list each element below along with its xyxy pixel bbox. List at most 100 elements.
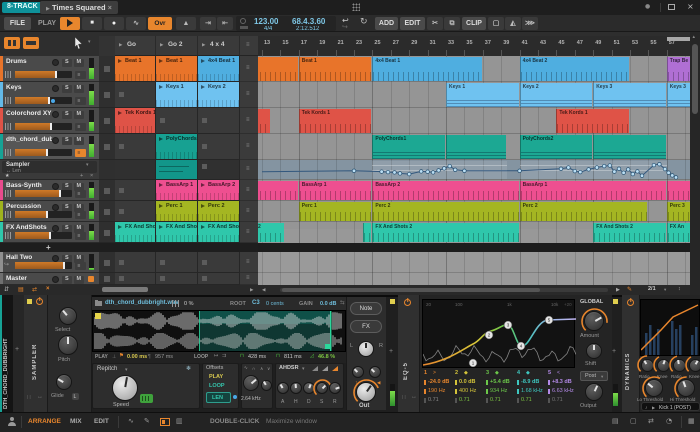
automation-lane-header[interactable]: Sampler ▾ ↔ Len ★ + × <box>0 160 99 180</box>
arranger-clip[interactable]: Keys 1 <box>446 83 519 107</box>
arranger-clip[interactable]: BassArp 2 <box>372 181 519 200</box>
launcher-cell[interactable] <box>198 108 240 134</box>
scene-row-menu[interactable]: ≡ <box>240 252 258 273</box>
clip-button[interactable]: CLIP <box>462 17 486 30</box>
track-sort-icon[interactable]: ⇵ <box>4 286 9 293</box>
glide-legato-tag[interactable]: L <box>72 393 79 400</box>
track-menu-button[interactable]: ≡ <box>75 262 86 270</box>
root-note-value[interactable]: C3 <box>252 300 260 306</box>
scene-row-menu[interactable]: ≡ <box>240 108 258 134</box>
insert-between2-icon[interactable]: + <box>612 348 616 355</box>
sidechain-selector[interactable]: ♪ ▶ Kick 1 (POST) <box>641 402 700 411</box>
arranger-hscroll[interactable] <box>280 288 608 292</box>
eq-band-freq-4[interactable]: 1.68 kHz <box>521 388 543 394</box>
volume-fader[interactable] <box>15 232 72 239</box>
eq-band-freq-5[interactable]: 6.63 kHz <box>552 388 574 394</box>
playback-mode-value[interactable]: Repitch <box>97 366 117 372</box>
glide-knob[interactable] <box>56 374 72 390</box>
track-menu-button[interactable]: ≡ <box>75 232 86 240</box>
launcher-cell[interactable]: Perc 2 <box>198 201 240 222</box>
sampler-power-icon[interactable] <box>36 298 43 305</box>
folder-icon[interactable] <box>95 299 102 306</box>
launcher-cell[interactable]: Tek Kords 1 <box>115 108 156 134</box>
eq-band-q-4[interactable]: 0.71 <box>521 397 532 403</box>
launcher-cell[interactable] <box>115 134 156 160</box>
start-marker[interactable] <box>95 313 101 319</box>
arranger-clip[interactable]: BassArp 1 <box>298 181 372 200</box>
file-button[interactable]: FILE <box>4 17 31 30</box>
cue-marker[interactable] <box>666 37 690 41</box>
scene-header-3[interactable]: ▶ 4 x 4 <box>198 36 240 56</box>
eq-power-icon[interactable] <box>404 299 411 306</box>
punch-in-button[interactable]: ⇥ <box>200 17 216 30</box>
launcher-cell[interactable] <box>115 180 156 201</box>
arranger-clip[interactable] <box>363 223 372 242</box>
panel-tab-mix[interactable]: MIX <box>70 418 82 425</box>
track-header-Colorchord XY[interactable]: Colorchord XY S M ≡ <box>0 108 99 134</box>
track-header-FX AndShots[interactable]: FX AndShots S M ≡ <box>0 222 99 243</box>
stop-button[interactable]: ■ <box>82 17 102 30</box>
eq-device-header[interactable]: EQ-5 ∷ ↔ <box>398 295 420 412</box>
arranger-clip[interactable]: Perc 3 <box>666 202 690 221</box>
sample-file-name[interactable]: dth_chord_dubbright.wav <box>105 300 179 306</box>
filter-shape4-icon[interactable]: ∨ <box>267 366 270 372</box>
arranger-clip[interactable]: Perc 2 <box>372 202 519 221</box>
device-panel-toggle-icon[interactable] <box>160 418 170 426</box>
volume-fader[interactable] <box>15 71 72 78</box>
eq-band-freq-1[interactable]: 190 Hz <box>428 388 445 394</box>
insert-between-icon[interactable]: + <box>389 348 393 355</box>
eq-output-knob[interactable] <box>585 383 603 401</box>
eq-shift-knob[interactable] <box>586 343 602 359</box>
arranger-hscroll-thumb[interactable] <box>282 288 540 292</box>
pen-tool-icon[interactable]: ✎ <box>144 417 150 425</box>
envelope-shape-icon-1[interactable] <box>312 366 318 371</box>
envelope-shape-icon-2[interactable] <box>322 366 328 371</box>
lane-remove-icon[interactable]: × <box>90 173 93 179</box>
record-arm-button[interactable] <box>52 85 59 92</box>
scene-row-menu[interactable]: ≡ <box>240 273 258 285</box>
volume-fader[interactable] <box>15 262 72 269</box>
window-restore-icon[interactable] <box>668 4 675 10</box>
arranger-clip[interactable]: FX An <box>666 223 690 242</box>
add-button[interactable]: ADD <box>375 17 398 30</box>
eq-band-shape-icon-1[interactable]: > <box>433 370 436 376</box>
fx-tab[interactable]: FX <box>350 320 382 333</box>
volume-fader[interactable] <box>15 123 72 130</box>
arranger-clip[interactable]: Keys 3 <box>593 83 666 107</box>
arranger-clip[interactable]: Tek Kords 1 <box>556 109 629 133</box>
launcher-cell[interactable]: BassArp 1 <box>156 180 198 201</box>
panel-tab-arrange[interactable]: ARRANGE <box>28 418 61 425</box>
metronome-button[interactable]: ▲ <box>176 17 196 30</box>
volume-fader-handle[interactable] <box>50 123 52 130</box>
insert-device-icon[interactable]: + <box>15 346 19 353</box>
launcher-cell[interactable]: PolyChords1 <box>156 134 198 160</box>
menu-icon[interactable]: ≡ <box>246 42 250 48</box>
loop-length-value[interactable]: 811 ms <box>284 354 302 360</box>
consolidate-icon[interactable]: ▢ <box>488 17 504 30</box>
track-clear-icon[interactable]: × <box>46 286 50 292</box>
arranger-clip[interactable]: 4x4 Beat 2 <box>519 57 629 81</box>
clip-stop-cell[interactable] <box>99 108 115 134</box>
history-panel-icon[interactable]: ◔ <box>666 417 672 425</box>
track-header-Keys[interactable]: Keys S M ≡ <box>0 82 99 108</box>
speed-knob[interactable] <box>112 375 138 401</box>
eq-band-number-5[interactable]: 5 <box>548 370 551 376</box>
launcher-cell[interactable] <box>156 273 198 285</box>
launcher-cell[interactable]: Perc 1 <box>156 201 198 222</box>
browser-panel-icon[interactable]: ▤ <box>612 417 619 425</box>
timeline-ruler[interactable]: 13 15 17 19 21 23 25 27 29 31 33 35 37 39 41 43 45 47 49 51… <box>258 36 690 56</box>
arranger-clip[interactable]: Perc 1 <box>298 202 372 221</box>
arranger-clip[interactable]: 4x4 Beat 1 <box>372 57 482 81</box>
launcher-cell[interactable] <box>115 82 156 108</box>
arranger-clip[interactable] <box>593 135 666 159</box>
song-time[interactable]: 2:12.512 <box>296 26 319 32</box>
gain-value[interactable]: 0.0 dB <box>320 301 337 307</box>
solo-button[interactable]: S <box>62 84 72 93</box>
filter-freq-knob[interactable] <box>243 375 259 391</box>
playback-mode-caret[interactable]: ▾ <box>125 367 128 373</box>
launcher-cell[interactable] <box>115 160 156 180</box>
mixer-panel-icon[interactable]: ▥ <box>176 417 183 425</box>
launcher-cell[interactable] <box>115 273 156 285</box>
anchor-icon[interactable]: ⊥ <box>112 354 116 360</box>
eq-band-shape-icon-3[interactable]: ◆ <box>495 370 499 376</box>
